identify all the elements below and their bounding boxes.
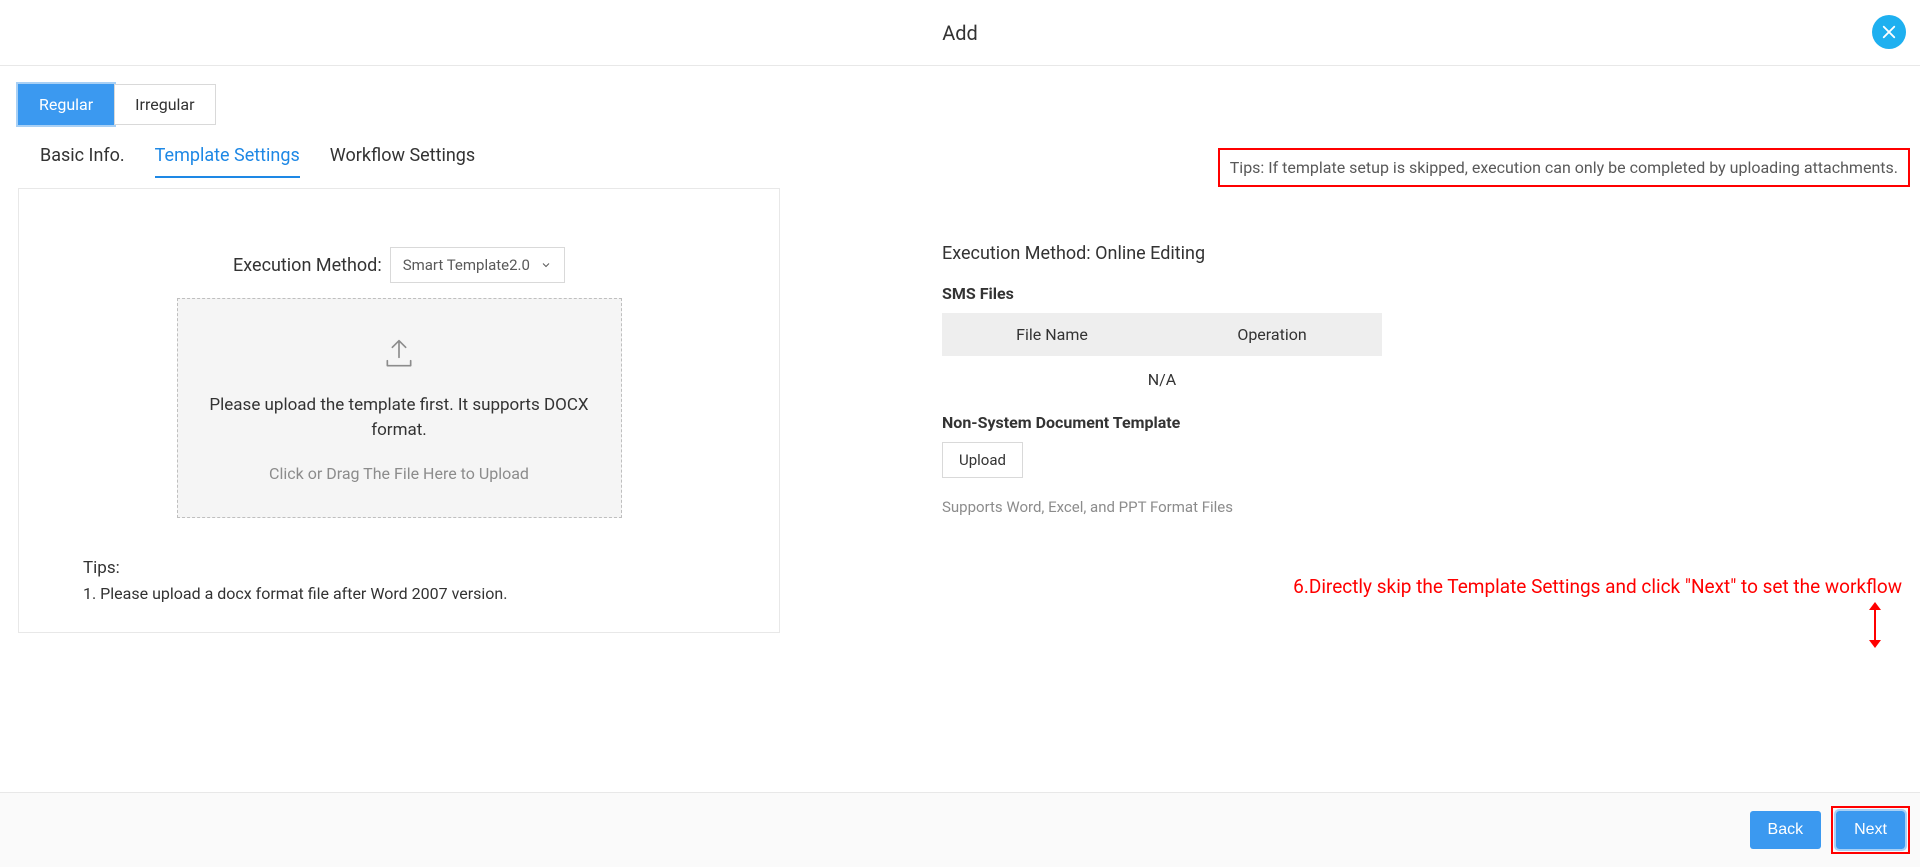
- upload-primary-text: Please upload the template first. It sup…: [178, 393, 621, 444]
- non-system-template-title: Non-System Document Template: [942, 413, 1737, 432]
- upload-icon: [379, 334, 419, 378]
- tab-template-settings[interactable]: Template Settings: [155, 135, 300, 178]
- close-button[interactable]: [1872, 15, 1906, 49]
- next-button-highlight: Next: [1831, 806, 1910, 854]
- dialog-title: Add: [942, 21, 978, 45]
- column-operation: Operation: [1162, 325, 1382, 344]
- close-icon: [1880, 23, 1898, 41]
- upload-dropzone[interactable]: Please upload the template first. It sup…: [177, 298, 622, 518]
- execution-method-heading: Execution Method: Online Editing: [942, 243, 1737, 264]
- right-panel: Execution Method: Online Editing SMS Fil…: [780, 188, 1902, 633]
- tab-irregular[interactable]: Irregular: [114, 84, 215, 125]
- execution-method-select[interactable]: Smart Template2.0: [390, 247, 565, 283]
- next-button[interactable]: Next: [1836, 811, 1905, 849]
- tab-basic-info[interactable]: Basic Info.: [40, 135, 125, 178]
- table-header: File Name Operation: [942, 313, 1382, 356]
- support-formats-text: Supports Word, Excel, and PPT Format Fil…: [942, 498, 1737, 516]
- column-file-name: File Name: [942, 325, 1162, 344]
- dialog-footer: Back Next: [0, 792, 1920, 867]
- back-button[interactable]: Back: [1750, 811, 1822, 849]
- execution-method-label: Execution Method:: [233, 255, 382, 276]
- upload-button[interactable]: Upload: [942, 442, 1023, 478]
- chevron-down-icon: [540, 259, 552, 271]
- execution-method-value: Smart Template2.0: [403, 256, 530, 274]
- type-tabs: Regular Irregular: [18, 84, 1902, 125]
- tips-section: Tips: 1. Please upload a docx format fil…: [83, 558, 715, 603]
- tab-workflow-settings[interactable]: Workflow Settings: [330, 135, 475, 178]
- left-panel: Execution Method: Smart Template2.0 Plea…: [18, 188, 780, 633]
- dialog-header: Add: [0, 0, 1920, 66]
- sms-files-title: SMS Files: [942, 284, 1737, 303]
- tips-item: 1. Please upload a docx format file afte…: [83, 584, 715, 603]
- tab-regular[interactable]: Regular: [18, 84, 114, 125]
- main-panels: Execution Method: Smart Template2.0 Plea…: [18, 188, 1902, 633]
- tips-callout: Tips: If template setup is skipped, exec…: [1218, 148, 1910, 187]
- sms-files-table: File Name Operation N/A: [942, 313, 1382, 403]
- tips-label: Tips:: [83, 558, 715, 578]
- annotation-arrow: [1865, 600, 1885, 654]
- upload-secondary-text: Click or Drag The File Here to Upload: [269, 464, 529, 483]
- table-empty-row: N/A: [942, 356, 1382, 403]
- annotation-text: 6.Directly skip the Template Settings an…: [1293, 575, 1902, 598]
- execution-method-row: Execution Method: Smart Template2.0: [83, 247, 715, 283]
